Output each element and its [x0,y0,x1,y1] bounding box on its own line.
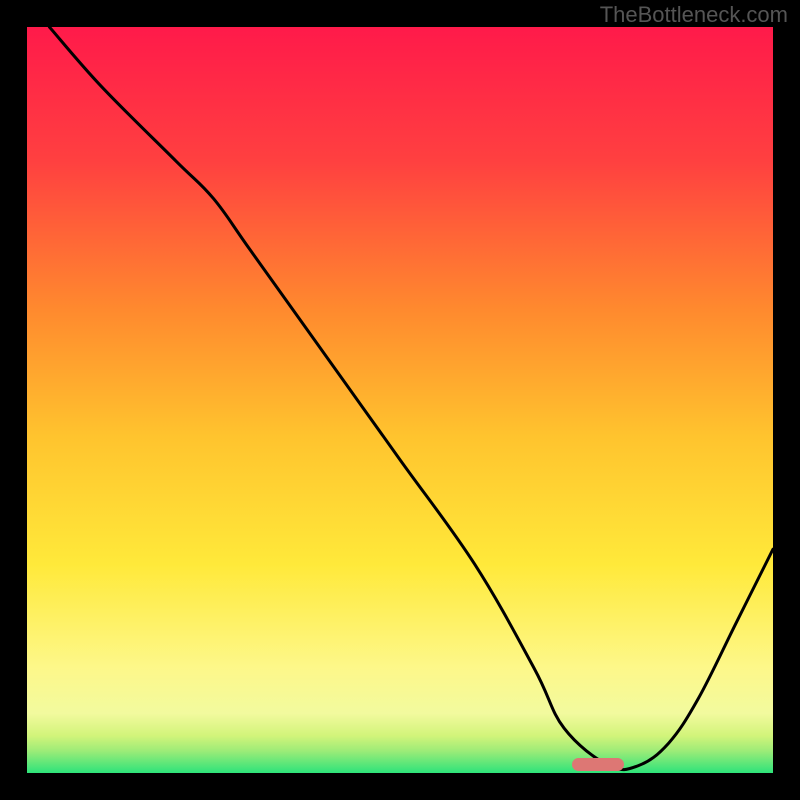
axis-bottom [27,773,776,776]
bottleneck-curve-layer [27,27,773,773]
chart-container: TheBottleneck.com [0,0,800,800]
axis-right [773,24,776,776]
optimal-range-marker [572,758,624,771]
axis-left [24,24,27,776]
watermark-text: TheBottleneck.com [600,2,788,28]
plot-area [27,27,773,773]
bottleneck-curve [49,27,773,770]
